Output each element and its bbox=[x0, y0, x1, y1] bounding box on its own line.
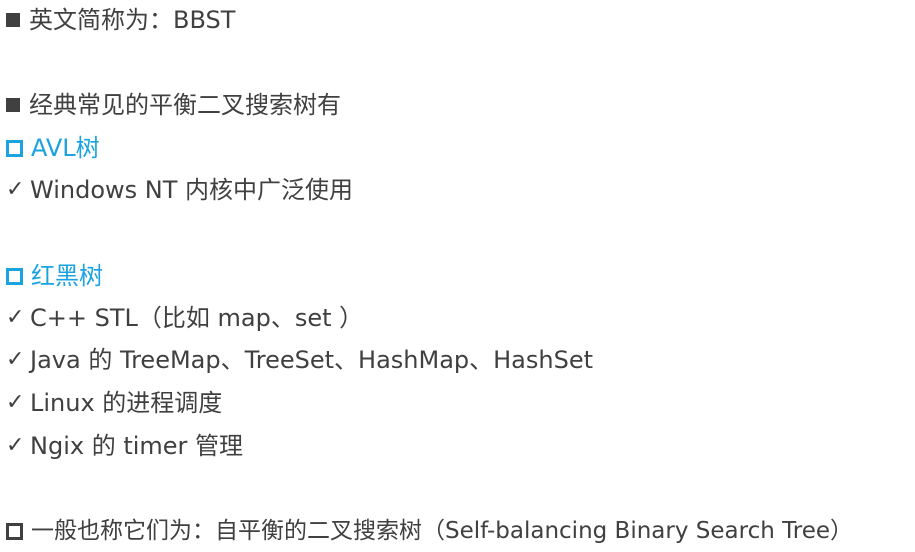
bbst-abbrev-text: 英文简称为：BBST bbox=[29, 6, 236, 34]
list-item: ✓ Linux 的进程调度 bbox=[6, 386, 222, 420]
square-bullet-icon bbox=[6, 98, 20, 112]
checkmark-icon: ✓ bbox=[6, 177, 25, 202]
checkmark-icon: ✓ bbox=[6, 433, 25, 458]
checkmark-icon: ✓ bbox=[6, 305, 25, 330]
list-item: ✓ Java 的 TreeMap、TreeSet、HashMap、HashSet bbox=[6, 343, 593, 377]
square-bullet-icon bbox=[6, 13, 20, 27]
list-item: ✓ Ngix 的 timer 管理 bbox=[6, 429, 243, 463]
bbst-abbrev-line: 英文简称为：BBST bbox=[6, 3, 235, 37]
footer-line: 一般也称它们为：自平衡的二叉搜索树（Self-balancing Binary … bbox=[6, 514, 853, 548]
avl-item-text: Windows NT 内核中广泛使用 bbox=[30, 176, 354, 204]
checkmark-icon: ✓ bbox=[6, 390, 25, 415]
rbtree-title: 红黑树 bbox=[31, 262, 103, 290]
list-item: ✓ C++ STL（比如 map、set ） bbox=[6, 301, 363, 335]
footer-text: 一般也称它们为：自平衡的二叉搜索树（Self-balancing Binary … bbox=[31, 518, 854, 544]
classic-bbst-text: 经典常见的平衡二叉搜索树有 bbox=[29, 91, 341, 119]
list-item: ✓ Windows NT 内核中广泛使用 bbox=[6, 173, 353, 207]
hollow-square-bullet-icon bbox=[6, 139, 23, 157]
avl-heading: AVL树 bbox=[6, 131, 100, 165]
rbtree-item-text: Linux 的进程调度 bbox=[30, 389, 223, 417]
rbtree-item-text: Ngix 的 timer 管理 bbox=[30, 432, 244, 460]
classic-bbst-line: 经典常见的平衡二叉搜索树有 bbox=[6, 88, 341, 122]
rbtree-heading: 红黑树 bbox=[6, 259, 103, 293]
hollow-square-bullet-icon bbox=[6, 267, 23, 285]
hollow-square-bullet-icon bbox=[6, 522, 23, 540]
rbtree-item-text: Java 的 TreeMap、TreeSet、HashMap、HashSet bbox=[30, 346, 594, 374]
checkmark-icon: ✓ bbox=[6, 347, 25, 372]
rbtree-item-text: C++ STL（比如 map、set ） bbox=[30, 304, 364, 332]
avl-title: AVL树 bbox=[31, 134, 100, 162]
